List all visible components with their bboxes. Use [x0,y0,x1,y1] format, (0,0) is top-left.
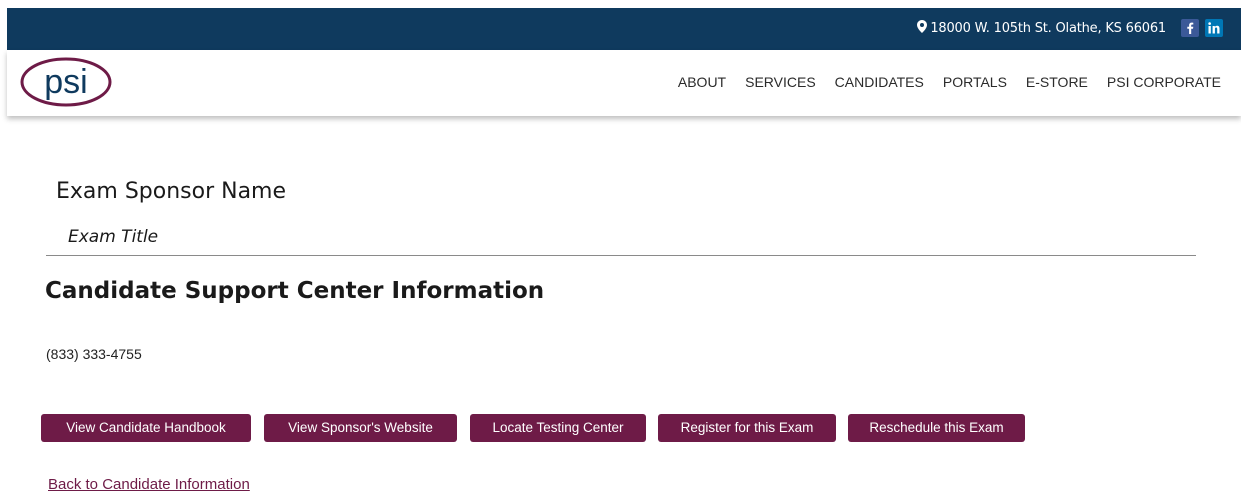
map-pin-icon [917,20,928,37]
nav-about[interactable]: ABOUT [678,74,726,90]
support-phone: (833) 333-4755 [46,346,142,362]
nav-portals[interactable]: PORTALS [943,74,1007,90]
address-text: 18000 W. 105th St. Olathe, KS 66061 [930,21,1166,36]
nav-psi-corporate[interactable]: PSI CORPORATE [1107,74,1221,90]
back-to-candidate-information-link[interactable]: Back to Candidate Information [48,476,250,493]
top-bar: 18000 W. 105th St. Olathe, KS 66061 [7,8,1241,50]
reschedule-exam-button[interactable]: Reschedule this Exam [848,414,1025,442]
svg-text:psi: psi [44,63,87,101]
sponsor-name: Exam Sponsor Name [56,179,287,204]
main-nav: ABOUT SERVICES CANDIDATES PORTALS E-STOR… [678,74,1221,90]
psi-logo[interactable]: psi [19,56,113,108]
view-sponsor-website-button[interactable]: View Sponsor's Website [264,414,457,442]
view-candidate-handbook-button[interactable]: View Candidate Handbook [41,414,251,442]
section-title: Candidate Support Center Information [45,278,545,304]
facebook-icon[interactable] [1181,19,1199,37]
register-exam-button[interactable]: Register for this Exam [658,414,836,442]
nav-candidates[interactable]: CANDIDATES [835,74,924,90]
exam-title: Exam Title [68,227,159,247]
nav-services[interactable]: SERVICES [745,74,816,90]
linkedin-icon[interactable] [1205,19,1223,37]
divider [46,255,1196,256]
nav-e-store[interactable]: E-STORE [1026,74,1088,90]
site-header: psi ABOUT SERVICES CANDIDATES PORTALS E-… [7,50,1241,116]
address-block: 18000 W. 105th St. Olathe, KS 66061 [917,20,1166,37]
locate-testing-center-button[interactable]: Locate Testing Center [470,414,646,442]
